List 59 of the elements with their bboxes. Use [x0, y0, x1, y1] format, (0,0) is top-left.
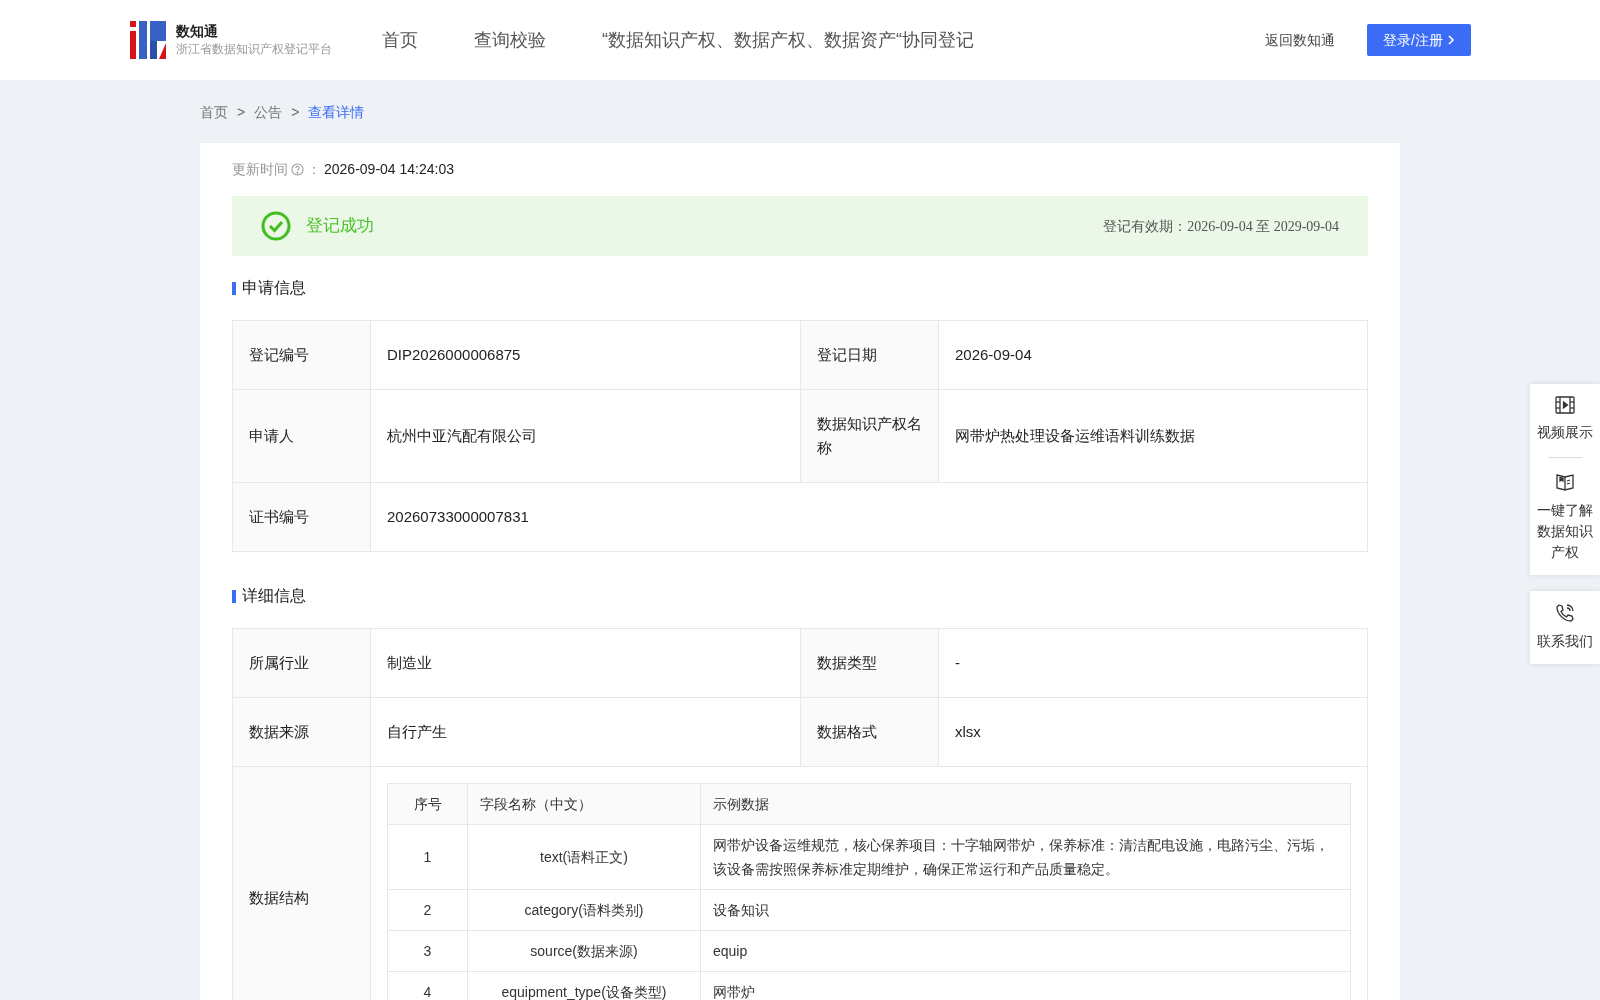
section-marker — [232, 589, 236, 603]
field-value: - — [954, 652, 961, 673]
column-header: 序号 — [387, 783, 468, 825]
update-label: 更新时间 — [232, 160, 288, 179]
section-title: 详细信息 — [242, 586, 306, 606]
table-cell: 3 — [387, 930, 468, 972]
update-time: 2026-09-04 14:24:03 — [324, 160, 454, 179]
nav-link[interactable]: “数据知识产权、数据产权、数据资产“协同登记 — [602, 26, 974, 54]
film-icon — [1555, 396, 1575, 414]
section-title: 申请信息 — [242, 278, 306, 298]
field-label: 登记日期 — [801, 321, 939, 389]
update-separator: ： — [307, 160, 321, 179]
field-value: 2026-09-04 — [954, 344, 1033, 365]
table-cell: 4 — [387, 971, 468, 1000]
nav-link[interactable]: 查询校验 — [474, 26, 546, 54]
logo-subtitle: 浙江省数据知识产权登记平台 — [176, 41, 332, 58]
table-cell: 1 — [387, 824, 468, 890]
field-value: xlsx — [954, 721, 982, 742]
field-label: 证书编号 — [233, 483, 371, 551]
table-cell: category(语料类别) — [467, 889, 701, 931]
side-link[interactable]: 视频展示 — [1537, 396, 1593, 443]
field-label: 申请人 — [233, 390, 371, 482]
side-link[interactable]: 联系我们 — [1537, 603, 1593, 652]
table-cell: 2 — [387, 889, 468, 931]
breadcrumb-link[interactable]: 首页 — [200, 101, 228, 123]
check-circle-icon — [261, 211, 291, 241]
breadcrumb-separator: > — [291, 102, 300, 122]
breadcrumb-link[interactable]: 公告 — [254, 101, 283, 123]
back-link[interactable]: 返回数知通 — [1265, 29, 1336, 51]
side-link[interactable]: 一键了解数据知识产权 — [1537, 472, 1593, 563]
breadcrumb-separator: > — [237, 102, 246, 122]
validity-text: 登记有效期：2026-09-04 至 2029-09-04 — [1103, 217, 1339, 236]
field-label: 数据类型 — [801, 629, 939, 697]
help-icon — [291, 163, 304, 176]
login-button[interactable]: 登录/注册 — [1367, 24, 1471, 56]
table-cell: text(语料正文) — [467, 824, 701, 890]
breadcrumb-link[interactable]: 查看详情 — [308, 101, 365, 123]
table-cell: equip — [700, 930, 1351, 972]
nav-link[interactable]: 首页 — [382, 26, 418, 54]
section-marker — [232, 281, 236, 295]
book-icon — [1555, 472, 1575, 492]
table-cell: 设备知识 — [700, 889, 1351, 931]
logo-icon — [130, 21, 166, 59]
chevron-right-icon — [1447, 34, 1455, 46]
phone-icon — [1555, 603, 1575, 623]
field-label: 所属行业 — [233, 629, 371, 697]
logo-title: 数知通 — [176, 22, 219, 40]
field-value: 网带炉热处理设备运维语料训练数据 — [954, 425, 1196, 446]
table-cell: source(数据来源) — [467, 930, 701, 972]
field-label: 数据来源 — [233, 698, 371, 766]
field-label: 数据知识产权名称 — [801, 390, 939, 482]
status-text: 登记成功 — [306, 215, 374, 238]
field-label: 数据结构 — [233, 767, 371, 1000]
column-header: 字段名称（中文） — [467, 783, 701, 825]
field-label: 数据格式 — [801, 698, 939, 766]
table-cell: 网带炉设备运维规范，核心保养项目：十字轴网带炉，保养标准：清洁配电设施，电路污尘、污垢，该设备需按照保养标准定期维护，确保正常运行和产品质量稳定。 — [700, 824, 1351, 890]
field-value: 20260733000007831 — [386, 506, 530, 527]
column-header: 示例数据 — [700, 783, 1351, 825]
field-label: 登记编号 — [233, 321, 371, 389]
